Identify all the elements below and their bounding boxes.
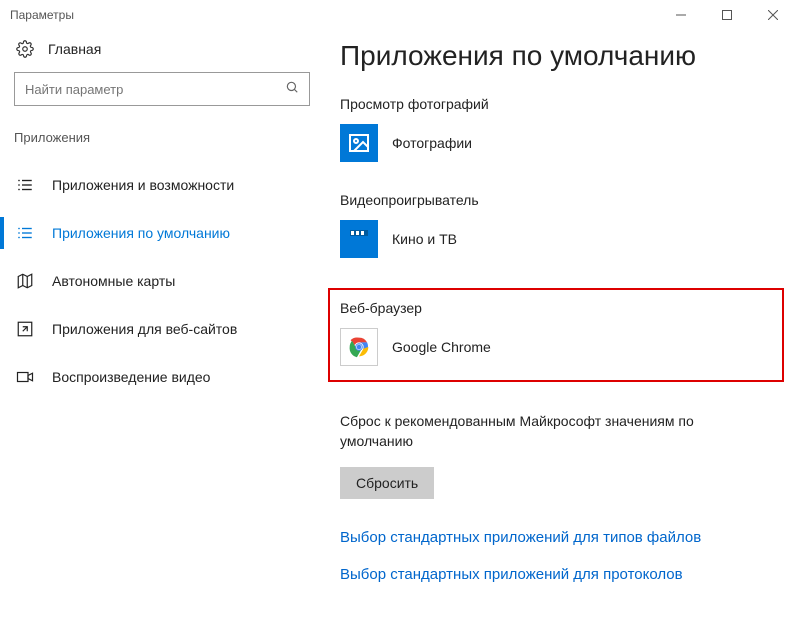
links: Выбор стандартных приложений для типов ф… (340, 529, 776, 583)
window-title: Параметры (10, 8, 74, 22)
category-web-browser: Веб-браузер Google Chrome (328, 288, 784, 382)
sidebar-item-default-apps[interactable]: Приложения по умолчанию (0, 209, 330, 257)
sidebar-item-label: Воспроизведение видео (52, 369, 210, 385)
defaults-icon (14, 224, 36, 242)
open-external-icon (14, 320, 36, 338)
link-file-types[interactable]: Выбор стандартных приложений для типов ф… (340, 529, 776, 546)
search-input[interactable] (25, 73, 285, 105)
sidebar-home[interactable]: Главная (14, 30, 330, 72)
search-icon (285, 80, 299, 99)
list-icon (14, 176, 36, 194)
search-box[interactable] (14, 72, 310, 106)
sidebar-item-website-apps[interactable]: Приложения для веб-сайтов (0, 305, 330, 353)
gear-icon (14, 40, 36, 58)
maximize-icon (722, 10, 732, 20)
film-icon (340, 220, 378, 258)
minimize-icon (676, 10, 686, 20)
app-entry-movies-tv[interactable]: Кино и ТВ (340, 220, 776, 258)
app-entry-photos[interactable]: Фотографии (340, 124, 776, 162)
minimize-button[interactable] (658, 0, 704, 30)
sidebar-home-label: Главная (48, 41, 101, 57)
sidebar-item-offline-maps[interactable]: Автономные карты (0, 257, 330, 305)
sidebar-item-video-playback[interactable]: Воспроизведение видео (0, 353, 330, 401)
category-label: Просмотр фотографий (340, 96, 776, 112)
reset-section: Сброс к рекомендованным Майкрософт значе… (340, 412, 776, 499)
sidebar-item-apps-features[interactable]: Приложения и возможности (0, 161, 330, 209)
close-icon (768, 10, 778, 20)
app-name: Фотографии (392, 135, 472, 151)
app-entry-chrome[interactable]: Google Chrome (340, 328, 772, 366)
map-icon (14, 272, 36, 290)
sidebar-item-label: Автономные карты (52, 273, 175, 289)
app-name: Google Chrome (392, 339, 491, 355)
sidebar-section-label: Приложения (14, 126, 330, 161)
page-title: Приложения по умолчанию (340, 40, 776, 72)
reset-button[interactable]: Сбросить (340, 467, 434, 499)
close-button[interactable] (750, 0, 796, 30)
category-label: Видеопроигрыватель (340, 192, 776, 208)
titlebar: Параметры (0, 0, 796, 30)
category-video-player: Видеопроигрыватель Кино и ТВ (340, 192, 776, 258)
category-photo-viewer: Просмотр фотографий Фотографии (340, 96, 776, 162)
maximize-button[interactable] (704, 0, 750, 30)
sidebar: Главная Приложения Приложения и возможно… (0, 30, 330, 622)
category-label: Веб-браузер (340, 300, 772, 316)
link-protocols[interactable]: Выбор стандартных приложений для протоко… (340, 566, 776, 583)
sidebar-item-label: Приложения и возможности (52, 177, 234, 193)
video-icon (14, 368, 36, 386)
reset-label: Сброс к рекомендованным Майкрософт значе… (340, 412, 740, 451)
main: Приложения по умолчанию Просмотр фотогра… (330, 30, 796, 622)
sidebar-item-label: Приложения для веб-сайтов (52, 321, 237, 337)
app-name: Кино и ТВ (392, 231, 457, 247)
photos-icon (340, 124, 378, 162)
chrome-icon (340, 328, 378, 366)
sidebar-item-label: Приложения по умолчанию (52, 225, 230, 241)
